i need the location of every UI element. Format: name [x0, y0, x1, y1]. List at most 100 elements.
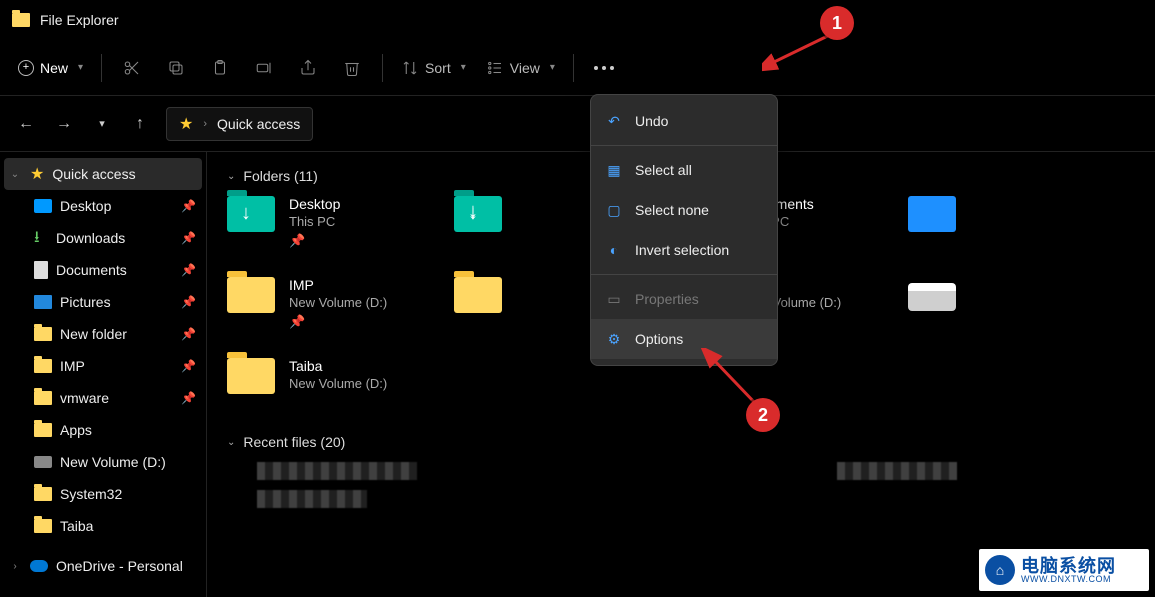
- paste-button[interactable]: [200, 48, 240, 88]
- pin-icon: 📌: [181, 295, 196, 309]
- sidebar-item-apps[interactable]: Apps: [0, 414, 206, 446]
- menu-invert-selection[interactable]: ◐Invert selection: [591, 230, 777, 270]
- cloud-icon: [30, 560, 48, 572]
- sidebar-item-newfolder[interactable]: New folder📌: [0, 318, 206, 350]
- view-icon: [486, 59, 504, 77]
- sidebar-item-vmware[interactable]: vmware📌: [0, 382, 206, 414]
- drive-icon: [908, 283, 956, 311]
- folder-drive[interactable]: [908, 277, 1135, 330]
- share-icon: [299, 59, 317, 77]
- sidebar-item-pictures[interactable]: Pictures📌: [0, 286, 206, 318]
- chevron-down-icon: ⌄: [227, 437, 235, 448]
- recent-section-header[interactable]: ⌄ Recent files (20): [227, 434, 1135, 450]
- recent-file-redacted: [837, 462, 957, 480]
- share-button[interactable]: [288, 48, 328, 88]
- watermark: ⌂ 电脑系统网 WWW.DNXTW.COM: [979, 549, 1149, 591]
- sidebar-item-imp[interactable]: IMP📌: [0, 350, 206, 382]
- watermark-url: WWW.DNXTW.COM: [1021, 575, 1116, 584]
- sidebar-onedrive[interactable]: › OneDrive - Personal: [0, 550, 206, 582]
- more-button[interactable]: [584, 48, 624, 88]
- view-button[interactable]: View ▾: [478, 48, 563, 88]
- callout-badge-1: 1: [820, 6, 854, 40]
- pictures-icon: [34, 295, 52, 309]
- folder-icon: [34, 487, 52, 501]
- sort-label: Sort: [425, 60, 451, 76]
- download-folder-icon: ↓: [454, 196, 502, 232]
- download-icon: ⭳: [34, 231, 48, 245]
- forward-button[interactable]: →: [52, 115, 76, 133]
- folder-icon: [34, 423, 52, 437]
- callout-badge-2: 2: [746, 398, 780, 432]
- folder-icon: [34, 519, 52, 533]
- folder-desktop[interactable]: DesktopThis PC📌: [227, 196, 454, 249]
- pictures-folder-icon: [908, 196, 956, 232]
- callout-1: 1: [820, 6, 854, 40]
- sidebar-item-drive-d[interactable]: New Volume (D:): [0, 446, 206, 478]
- chevron-right-icon: ›: [8, 561, 22, 572]
- watermark-text: 电脑系统网: [1021, 557, 1116, 575]
- separator: [573, 54, 574, 82]
- folder-icon: [34, 327, 52, 341]
- ellipsis-icon: [594, 66, 614, 70]
- separator: [591, 274, 777, 275]
- folder-pictures[interactable]: [908, 196, 1135, 249]
- folder-icon: [34, 359, 52, 373]
- cut-button[interactable]: [112, 48, 152, 88]
- recent-files-list: [227, 462, 1135, 518]
- window-title: File Explorer: [40, 12, 119, 28]
- pin-icon: 📌: [181, 391, 196, 405]
- sort-icon: [401, 59, 419, 77]
- chevron-down-icon: ⌄: [8, 169, 22, 180]
- sidebar-item-system32[interactable]: System32: [0, 478, 206, 510]
- recent-file-redacted: [257, 490, 367, 508]
- menu-properties: ▭Properties: [591, 279, 777, 319]
- document-icon: [34, 261, 48, 279]
- menu-undo[interactable]: ↶Undo: [591, 101, 777, 141]
- rename-icon: [255, 59, 273, 77]
- scissors-icon: [123, 59, 141, 77]
- chevron-down-icon: ▾: [550, 62, 555, 73]
- chevron-down-icon: ▾: [78, 62, 83, 73]
- back-button[interactable]: ←: [14, 115, 38, 133]
- view-label: View: [510, 60, 540, 76]
- pin-icon: 📌: [181, 263, 196, 277]
- sidebar-item-taiba[interactable]: Taiba: [0, 510, 206, 542]
- address-bar[interactable]: ★ › Quick access: [166, 107, 313, 141]
- folder-icon: [227, 277, 275, 313]
- delete-button[interactable]: [332, 48, 372, 88]
- copy-icon: [167, 59, 185, 77]
- star-icon: ★: [30, 164, 44, 184]
- sidebar-item-desktop[interactable]: Desktop📌: [0, 190, 206, 222]
- nav-row: ← → ▾ ↑ ★ › Quick access: [0, 96, 1155, 152]
- pin-icon: 📌: [181, 199, 196, 213]
- separator: [382, 54, 383, 82]
- folder-icon: [34, 391, 52, 405]
- pin-icon: 📌: [289, 233, 340, 249]
- select-none-icon: ▢: [605, 201, 623, 219]
- separator: [591, 145, 777, 146]
- sidebar-quick-access[interactable]: ⌄ ★ Quick access: [4, 158, 202, 190]
- rename-button[interactable]: [244, 48, 284, 88]
- pin-icon: 📌: [181, 359, 196, 373]
- sidebar-item-documents[interactable]: Documents📌: [0, 254, 206, 286]
- new-button[interactable]: + New ▾: [10, 48, 91, 88]
- sidebar-item-downloads[interactable]: ⭳Downloads📌: [0, 222, 206, 254]
- watermark-logo-icon: ⌂: [985, 555, 1015, 585]
- drive-icon: [34, 456, 52, 468]
- chevron-down-icon: ⌄: [227, 171, 235, 182]
- up-button[interactable]: ↑: [128, 115, 152, 133]
- sort-button[interactable]: Sort ▾: [393, 48, 474, 88]
- copy-button[interactable]: [156, 48, 196, 88]
- pin-icon: 📌: [289, 314, 387, 330]
- toolbar: + New ▾ Sort ▾ View ▾: [0, 40, 1155, 96]
- main-area: ⌄ ★ Quick access Desktop📌 ⭳Downloads📌 Do…: [0, 152, 1155, 597]
- clipboard-icon: [211, 59, 229, 77]
- properties-icon: ▭: [605, 290, 623, 308]
- recent-button[interactable]: ▾: [90, 117, 114, 130]
- desktop-icon: [34, 199, 52, 213]
- folder-taiba[interactable]: TaibaNew Volume (D:): [227, 358, 454, 408]
- menu-select-none[interactable]: ▢Select none: [591, 190, 777, 230]
- folder-icon: [454, 277, 502, 313]
- folder-imp[interactable]: IMPNew Volume (D:)📌: [227, 277, 454, 330]
- menu-select-all[interactable]: ▦Select all: [591, 150, 777, 190]
